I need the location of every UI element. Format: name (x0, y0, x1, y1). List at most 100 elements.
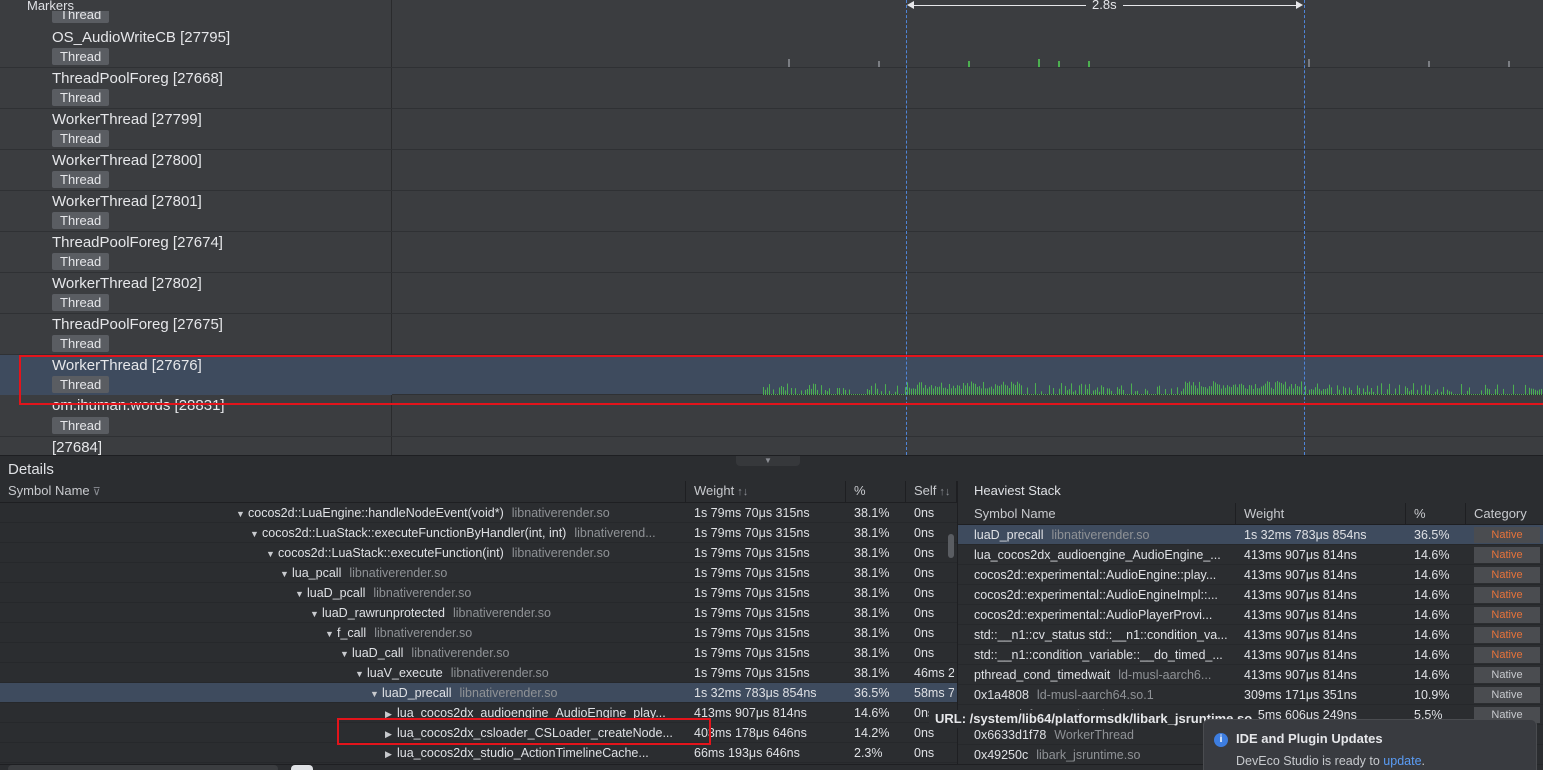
activity-bar (1151, 394, 1152, 395)
hv-column-weight[interactable]: Weight (1244, 503, 1284, 525)
symbol-cell: ▼ cocos2d::LuaStack::executeFunctionByHan… (250, 523, 684, 543)
expand-caret-icon[interactable]: ▼ (310, 604, 322, 623)
hv-column-category[interactable]: Category (1474, 503, 1527, 525)
expand-caret-icon[interactable]: ▼ (355, 664, 367, 683)
activity-bar (1275, 382, 1276, 395)
activity-bar (1089, 383, 1090, 395)
call-tree-row[interactable]: ▶ lua_cocos2dx_audioengine_AudioEngine_pl… (0, 703, 957, 723)
activity-bar (1171, 388, 1172, 395)
sort-icon[interactable]: ↑↓ (737, 486, 748, 498)
activity-bar (1273, 388, 1274, 395)
weight-cell: 1s 79ms 70μs 315ns (694, 566, 810, 580)
activity-bar (1375, 394, 1376, 395)
thread-row[interactable]: WorkerThread [27800] Thread (0, 150, 1543, 191)
thread-row[interactable]: [27684] (0, 437, 1543, 455)
sort-icon[interactable]: ↑↓ (939, 486, 950, 498)
activity-bar (1519, 394, 1520, 395)
category-badge: Native (1474, 607, 1540, 623)
range-start-line[interactable] (906, 0, 907, 455)
thread-row[interactable]: ThreadPoolForeg [27674] Thread (0, 232, 1543, 273)
hv-library-name: libnativerender.so (1051, 528, 1150, 542)
thread-row[interactable]: WorkerThread [27801] Thread (0, 191, 1543, 232)
activity-bar (1411, 389, 1412, 395)
column-self[interactable]: Self ↑↓ (906, 481, 957, 503)
range-left-arrow-icon (907, 1, 914, 9)
toggle-icon[interactable] (291, 765, 313, 770)
expand-caret-icon[interactable]: ▼ (295, 584, 307, 603)
call-tree-row[interactable]: ▼ lua_pcall libnativerender.so 1s 79ms 70μs… (0, 563, 957, 583)
activity-bar (877, 388, 878, 395)
activity-bar (1403, 394, 1404, 395)
range-end-line[interactable] (1304, 0, 1305, 455)
activity-bar (1395, 388, 1396, 395)
call-tree-row[interactable]: ▼ f_call libnativerender.so 1s 79ms 70μs 31… (0, 623, 957, 643)
heaviest-stack-row[interactable]: std::__n1::cv_status std::__n1::conditio… (958, 625, 1543, 645)
expand-caret-icon[interactable]: ▼ (370, 684, 382, 703)
call-tree-row[interactable]: ▼ luaD_pcall libnativerender.so 1s 79ms 70μ… (0, 583, 957, 603)
column-percent[interactable]: % (846, 481, 906, 503)
heaviest-stack-row[interactable]: cocos2d::experimental::AudioEngine::play… (958, 565, 1543, 585)
activity-bar (1163, 394, 1164, 395)
heaviest-stack-row[interactable]: cocos2d::experimental::AudioPlayerProvi.… (958, 605, 1543, 625)
activity-bar (1387, 389, 1388, 395)
activity-bar (1161, 394, 1162, 395)
activity-bar (1425, 384, 1426, 395)
activity-bar (1453, 394, 1454, 395)
activity-bar (807, 389, 808, 395)
filter-icon[interactable]: ⊽ (93, 486, 101, 498)
hv-weight-cell: 1s 32ms 783μs 854ns (1244, 528, 1367, 542)
thread-row[interactable]: om.ihuman.words [28831] Thread (0, 396, 1543, 437)
column-weight[interactable]: Weight ↑↓ (686, 481, 846, 503)
thread-row[interactable]: ThreadPoolForeg [27668] Thread (0, 68, 1543, 109)
activity-bar (1469, 387, 1470, 395)
expand-caret-icon[interactable]: ▼ (250, 524, 262, 543)
hv-column-percent[interactable]: % (1414, 503, 1426, 525)
heaviest-stack-row[interactable]: 0x1a4808 ld-musl-aarch64.so.1 309ms 171μs … (958, 685, 1543, 705)
collapse-caret-icon[interactable]: ▶ (385, 704, 397, 723)
panel-resize-handle[interactable]: ▼ (736, 456, 800, 466)
symbol-name: luaD_rawrunprotected (322, 606, 445, 620)
call-tree-row[interactable]: ▼ luaD_call libnativerender.so 1s 79ms 70μs… (0, 643, 957, 663)
call-tree-row[interactable]: ▼ luaD_rawrunprotected libnativerender.so 1… (0, 603, 957, 623)
call-tree-row[interactable]: ▼ luaD_precall libnativerender.so 1s 32ms 7… (0, 683, 957, 703)
activity-bar (1339, 389, 1340, 395)
activity-bar (1433, 394, 1434, 395)
expand-caret-icon[interactable]: ▼ (280, 564, 292, 583)
expand-caret-icon[interactable]: ▼ (325, 624, 337, 643)
call-tree-row[interactable]: ▶ lua_cocos2dx_csloader_CSLoader_createNo… (0, 723, 957, 743)
call-tree-row[interactable]: ▼ cocos2d::LuaStack::executeFunctionByHan… (0, 523, 957, 543)
heaviest-stack-row[interactable]: pthread_cond_timedwait ld-musl-aarch6... 4… (958, 665, 1543, 685)
thread-row[interactable]: WorkerThread [27802] Thread (0, 273, 1543, 314)
vertical-scrollbar[interactable] (948, 534, 954, 558)
call-tree-row[interactable]: ▼ luaV_execute libnativerender.so 1s 79ms 7… (0, 663, 957, 683)
column-symbol-name[interactable]: Symbol Name ⊽ (0, 481, 686, 503)
activity-bar (1281, 382, 1282, 395)
thread-row[interactable]: WorkerThread [27799] Thread (0, 109, 1543, 150)
heaviest-stack-row[interactable]: cocos2d::experimental::AudioEngineImpl::… (958, 585, 1543, 605)
expand-caret-icon[interactable]: ▼ (340, 644, 352, 663)
activity-bar (1517, 394, 1518, 395)
percent-cell: 38.1% (854, 526, 890, 540)
activity-bar (1043, 394, 1044, 395)
heaviest-stack-row[interactable]: std::__n1::condition_variable::__do_time… (958, 645, 1543, 665)
activity-bar (1477, 394, 1478, 395)
hv-percent-cell: 10.9% (1414, 688, 1450, 702)
call-tree-row[interactable]: ▶ lua_cocos2dx_studio_ActionTimelineCache… (0, 743, 957, 763)
hv-symbol-name: 0x1a4808 (974, 688, 1029, 702)
collapse-caret-icon[interactable]: ▶ (385, 744, 397, 763)
self-cell: 0ns (914, 646, 935, 660)
symbol-cell: ▼ luaV_execute libnativerender.so (355, 663, 684, 683)
collapse-caret-icon[interactable]: ▶ (385, 724, 397, 743)
call-tree-row[interactable]: ▼ cocos2d::LuaEngine::handleNodeEvent(voi… (0, 503, 957, 523)
heaviest-stack-row[interactable]: lua_cocos2dx_audioengine_AudioEngine_...… (958, 545, 1543, 565)
expand-caret-icon[interactable]: ▼ (236, 504, 248, 523)
hv-column-symbol[interactable]: Symbol Name (974, 503, 1056, 525)
activity-bar (1097, 387, 1098, 395)
expand-caret-icon[interactable]: ▼ (266, 544, 278, 563)
search-input[interactable] (8, 765, 278, 770)
thread-row[interactable]: ThreadPoolForeg [27675] Thread (0, 314, 1543, 355)
call-tree-row[interactable]: ▼ cocos2d::LuaStack::executeFunction(int)… (0, 543, 957, 563)
update-link[interactable]: update (1383, 754, 1421, 768)
ide-update-notification[interactable]: i IDE and Plugin Updates DevEco Studio i… (1203, 719, 1537, 770)
heaviest-stack-row[interactable]: luaD_precall libnativerender.so 1s 32ms 78… (958, 525, 1543, 545)
